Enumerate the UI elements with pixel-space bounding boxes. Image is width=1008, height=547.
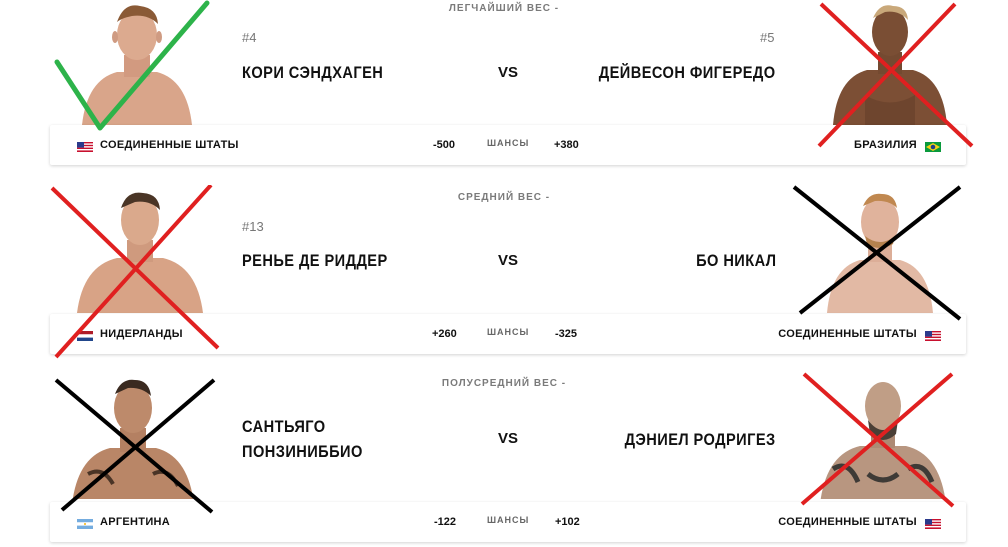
fighter-rank-left: #4 — [242, 30, 257, 45]
odds-label: ШАНСЫ — [487, 138, 530, 148]
odds-right: +102 — [555, 516, 580, 528]
odds-right: -325 — [555, 328, 578, 340]
odds-left: -500 — [433, 139, 456, 151]
black-cross-icon — [792, 185, 962, 321]
red-cross-icon — [50, 185, 220, 359]
fighter-rank-left: #13 — [242, 219, 264, 234]
us-flag-icon — [77, 142, 93, 152]
fight-card-3: ПОЛУСРЕДНИЙ ВЕС - САНТЬЯГО ПОНЗИНИББИО V… — [0, 372, 1008, 547]
odds-label: ШАНСЫ — [487, 327, 530, 337]
fighter-name-right[interactable]: БО НИКАЛ — [696, 249, 776, 272]
argentina-flag-icon — [77, 519, 93, 529]
red-cross-icon — [817, 2, 974, 148]
fight-card-2: СРЕДНИЙ ВЕС - #13 РЕНЬЕ ДЕ РИДДЕР VS БО … — [0, 185, 1008, 360]
red-cross-icon — [800, 372, 955, 508]
fighter-rank-right: #5 — [760, 30, 775, 45]
fighter-country-right: СОЕДИНЕННЫЕ ШТАТЫ — [778, 516, 917, 528]
black-cross-icon — [54, 378, 216, 514]
odds-left: -122 — [434, 516, 457, 528]
fighter-name-right[interactable]: ДЭНИЕЛ РОДРИГЕЗ — [625, 428, 776, 451]
fighter-country-right: СОЕДИНЕННЫЕ ШТАТЫ — [778, 328, 917, 340]
us-flag-icon — [925, 519, 941, 529]
odds-right: +380 — [554, 139, 579, 151]
fight-card-1: ЛЕГЧАЙШИЙ ВЕС - #4 КОРИ СЭНДХАГЕН VS #5 … — [0, 0, 1008, 170]
odds-left: +260 — [432, 328, 457, 340]
odds-label: ШАНСЫ — [487, 515, 530, 525]
fighter-name-right[interactable]: ДЕЙВЕСОН ФИГЕРЕДО — [599, 61, 776, 84]
green-check-icon — [54, 0, 210, 131]
us-flag-icon — [925, 331, 941, 341]
fighter-country-left: СОЕДИНЕННЫЕ ШТАТЫ — [100, 139, 239, 151]
fighter-country-left: АРГЕНТИНА — [100, 516, 171, 528]
